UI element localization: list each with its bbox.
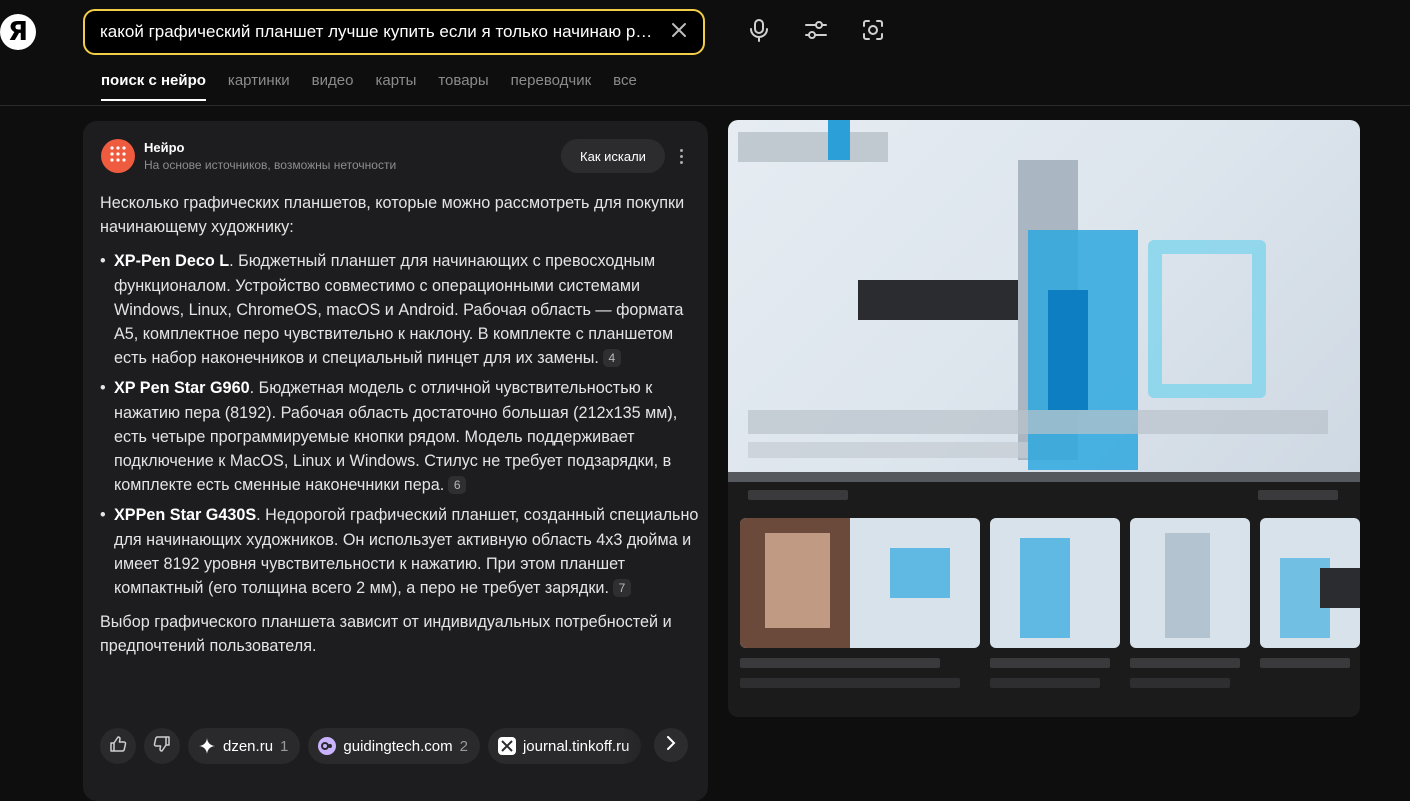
image-thumbnail[interactable] (740, 518, 980, 648)
citation-badge[interactable]: 7 (612, 579, 631, 598)
like-button[interactable] (100, 728, 136, 764)
neuro-avatar (101, 139, 135, 173)
image-caption-placeholder (1260, 658, 1350, 668)
list-item: XPPen Star G430S. Недорогой графический … (100, 503, 700, 600)
yandex-logo[interactable]: Я (0, 14, 36, 50)
filters-icon (804, 19, 828, 46)
search-box[interactable]: какой графический планшет лучше купить е… (83, 9, 705, 55)
image-caption-placeholder (990, 658, 1110, 668)
image-caption-placeholder (740, 658, 940, 668)
neuro-name: Нейро (144, 140, 185, 155)
camera-search-icon (861, 18, 885, 47)
image-thumbnail[interactable] (1260, 518, 1360, 648)
list-item: XP-Pen Deco L. Бюджетный планшет для нач… (100, 249, 700, 370)
source-name: guidingtech.com (343, 737, 453, 755)
neuro-subtitle: На основе источников, возможны неточност… (144, 158, 397, 172)
source-name: journal.tinkoff.ru (522, 737, 630, 755)
citation-badge[interactable]: 4 (602, 349, 621, 368)
more-options-button[interactable] (673, 143, 689, 169)
source-chip-tinkoff[interactable]: journal.tinkoff.ru (487, 728, 642, 764)
guidingtech-icon (318, 737, 337, 755)
item-title: XP-Pen Deco L (114, 252, 230, 271)
image-caption-placeholder (1130, 678, 1230, 688)
voice-search-button[interactable] (745, 18, 773, 46)
image-caption-placeholder (990, 678, 1100, 688)
tab-products[interactable]: товары (438, 72, 488, 101)
answer-intro: Несколько графических планшетов, которые… (100, 194, 685, 237)
answer-list: XP-Pen Deco L. Бюджетный планшет для нач… (100, 249, 700, 600)
clear-search-button[interactable] (661, 14, 697, 50)
tab-video[interactable]: видео (312, 72, 354, 101)
answer-footer: dzen.ru 1 guidingtech.com 2 journal.tink… (100, 728, 700, 764)
neuro-answer-card: Нейро На основе источников, возможны нет… (83, 121, 708, 801)
thumbs-up-icon (109, 735, 127, 758)
image-caption-placeholder (1130, 658, 1240, 668)
source-chip-guidingtech[interactable]: guidingtech.com 2 (308, 728, 480, 764)
list-item: XP Pen Star G960. Бюджетная модель с отл… (100, 376, 700, 497)
close-icon (670, 21, 688, 44)
hero-image[interactable] (728, 120, 1360, 472)
dislike-button[interactable] (144, 728, 180, 764)
microphone-icon (748, 18, 770, 47)
more-vertical-icon (679, 148, 683, 164)
source-count: 2 (459, 737, 468, 755)
answer-text: Несколько графических планшетов, которые… (100, 191, 700, 669)
how-searched-button[interactable]: Как искали (561, 139, 665, 173)
chevron-right-icon (665, 735, 677, 755)
search-input[interactable]: какой графический планшет лучше купить е… (100, 22, 661, 42)
tab-all[interactable]: все (613, 72, 637, 101)
image-caption-placeholder (1258, 490, 1338, 500)
image-caption-placeholder (740, 678, 960, 688)
image-caption-placeholder (748, 490, 848, 500)
tab-translator[interactable]: переводчик (511, 72, 591, 101)
neuro-logo-icon (107, 143, 129, 170)
image-search-button[interactable] (859, 18, 887, 46)
header-divider (0, 105, 1410, 106)
citation-badge[interactable]: 6 (448, 476, 467, 495)
item-title: XPPen Star G430S (114, 506, 257, 525)
thumbs-down-icon (153, 735, 171, 758)
source-name: dzen.ru (223, 737, 274, 755)
image-thumbnail[interactable] (990, 518, 1120, 648)
sources-next-button[interactable] (654, 728, 688, 762)
search-tabs: поиск с нейро картинки видео карты товар… (101, 72, 659, 101)
image-results-panel (728, 120, 1360, 717)
tab-images[interactable]: картинки (228, 72, 290, 101)
tab-neuro[interactable]: поиск с нейро (101, 72, 206, 101)
source-chip-dzen[interactable]: dzen.ru 1 (188, 728, 301, 764)
answer-conclusion: Выбор графического планшета зависит от и… (100, 613, 672, 656)
source-count: 1 (280, 737, 289, 755)
image-thumbnail[interactable] (1130, 518, 1250, 648)
tab-maps[interactable]: карты (375, 72, 416, 101)
tinkoff-journal-icon (497, 737, 516, 755)
dzen-icon (198, 737, 216, 755)
item-title: XP Pen Star G960 (114, 379, 250, 398)
search-filters-button[interactable] (802, 18, 830, 46)
